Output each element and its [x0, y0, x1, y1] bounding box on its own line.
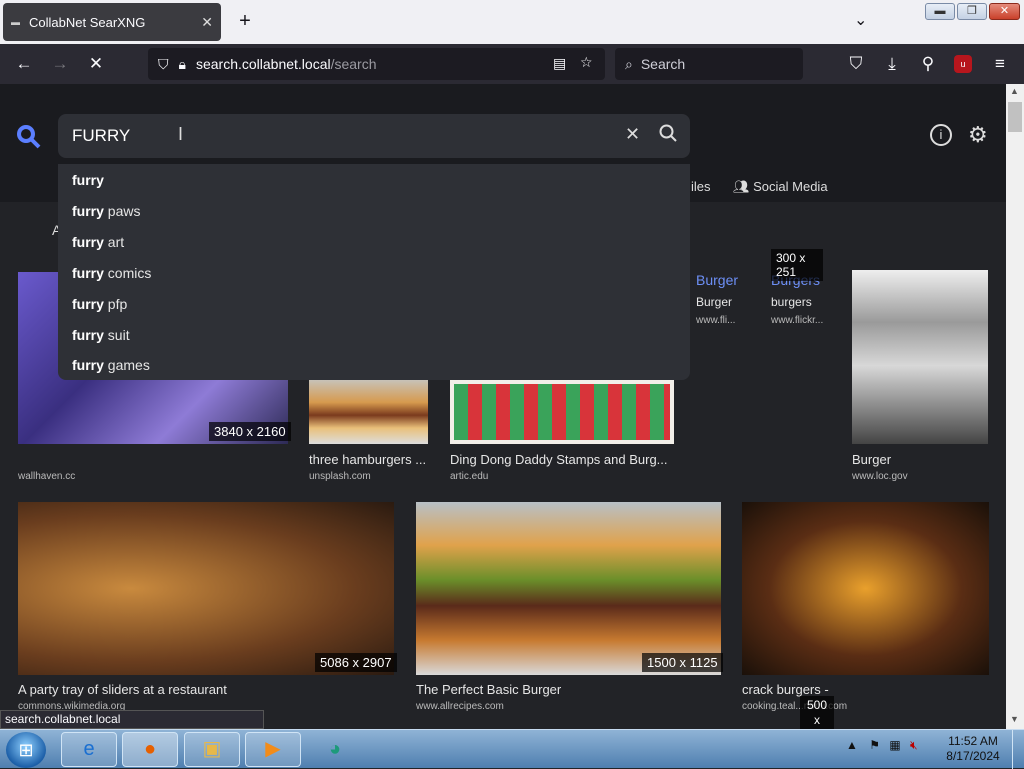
- info-icon[interactable]: i: [930, 124, 952, 146]
- navigation-toolbar: ← → ✕ ⛉ 🔒︎ search.collabnet.local/search…: [0, 44, 1024, 84]
- network-icon[interactable]: ▦: [889, 738, 900, 752]
- suggestion-item[interactable]: furry paws: [72, 203, 140, 219]
- clock-date: 8/17/2024: [946, 749, 1000, 763]
- bookmark-star-icon[interactable]: ☆: [580, 54, 593, 71]
- show-desktop-button[interactable]: [1012, 730, 1024, 769]
- firefox-icon[interactable]: ●: [122, 732, 178, 767]
- result-source[interactable]: www.loc.gov: [852, 471, 908, 482]
- suggestion-item[interactable]: furry art: [72, 234, 124, 250]
- image-dimensions: 300 x 251: [771, 249, 823, 281]
- result-image[interactable]: [742, 502, 989, 675]
- browser-tab[interactable]: ▬ CollabNet SearXNG ✕: [3, 3, 221, 41]
- downloads-icon[interactable]: ⤓: [882, 54, 902, 74]
- url-path: /search: [330, 56, 377, 72]
- list-all-tabs-chevron-icon[interactable]: ⌄: [854, 10, 867, 30]
- taskbar-clock[interactable]: 11:52 AM 8/17/2024: [945, 734, 1001, 764]
- result-title[interactable]: crack burgers -: [742, 682, 989, 697]
- forward-arrow-icon[interactable]: →: [50, 54, 70, 74]
- browser-search-placeholder: Search: [640, 56, 686, 72]
- hamburger-menu-icon[interactable]: ≡: [990, 54, 1010, 74]
- media-player-icon[interactable]: ▶: [245, 732, 301, 767]
- start-button-windows-icon[interactable]: ⊞: [6, 732, 46, 768]
- app-globe-icon[interactable]: ◕: [307, 732, 363, 767]
- tab-social-media-label: Social Media: [753, 179, 828, 194]
- action-center-flag-icon[interactable]: ⚑: [869, 738, 880, 752]
- reader-view-icon[interactable]: ▤: [553, 55, 566, 72]
- scroll-up-icon[interactable]: ▲: [1010, 86, 1019, 96]
- image-dimensions: 1500 x 1125: [642, 653, 723, 672]
- autocomplete-dropdown: furry furry paws furry art furry comics …: [58, 164, 690, 380]
- result-image[interactable]: [309, 380, 428, 444]
- browser-tab-bar: ▬ CollabNet SearXNG ✕ + ⌄ ▬ ❐ ✕: [0, 0, 1024, 44]
- tab-files[interactable]: iles: [691, 179, 711, 194]
- windows-taskbar: ⊞ e ● ▣ ▶ ◕ ▲ ⚑ ▦ 🔇︎ 11:52 AM 8/17/2024: [0, 729, 1024, 769]
- submit-search-icon[interactable]: [659, 124, 677, 147]
- result-source[interactable]: www.fli...: [696, 315, 735, 326]
- image-dimensions: 3840 x 2160: [209, 422, 291, 441]
- url-bar[interactable]: ⛉ 🔒︎ search.collabnet.local/search ▤ ☆: [148, 48, 605, 80]
- suggestion-item[interactable]: furry games: [72, 357, 150, 373]
- suggestion-item[interactable]: furry pfp: [72, 296, 127, 312]
- gear-icon[interactable]: ⚙: [968, 122, 988, 148]
- minimize-button[interactable]: ▬: [925, 3, 955, 20]
- text-cursor-icon: I: [178, 124, 184, 144]
- result-source[interactable]: www.flickr...: [771, 315, 823, 326]
- stop-loading-icon[interactable]: ✕: [86, 54, 106, 74]
- image-dimensions: 500 x: [800, 696, 834, 729]
- result-source[interactable]: artic.edu: [450, 471, 488, 482]
- scroll-down-icon[interactable]: ▼: [1010, 714, 1019, 724]
- extensions-icon[interactable]: ⚲: [918, 54, 938, 74]
- magnifier-icon: ⌕: [625, 55, 633, 72]
- scrollbar-thumb[interactable]: [1008, 102, 1022, 132]
- page-scrollbar[interactable]: ▲ ▼: [1006, 84, 1024, 729]
- system-tray: ▲ ⚑ ▦ 🔇︎: [846, 738, 918, 753]
- result-link-title[interactable]: Burger: [696, 272, 738, 288]
- restore-button[interactable]: ❐: [957, 3, 987, 20]
- search-query-text: FURRY: [72, 126, 131, 145]
- tab-favicon-icon: ▬: [11, 17, 20, 27]
- result-source[interactable]: wallhaven.cc: [18, 471, 75, 482]
- tab-social-media[interactable]: 👥︎ Social Media: [733, 179, 828, 195]
- clock-time: 11:52 AM: [948, 734, 998, 748]
- result-source[interactable]: unsplash.com: [309, 471, 371, 482]
- page-content: FURRY I ✕ i ⚙ iles 👥︎ Social Media A fur…: [0, 84, 1006, 729]
- back-arrow-icon[interactable]: ←: [14, 54, 34, 74]
- result-title[interactable]: The Perfect Basic Burger: [416, 682, 721, 697]
- result-image[interactable]: [852, 270, 988, 444]
- result-source[interactable]: www.allrecipes.com: [416, 701, 504, 712]
- result-title[interactable]: Ding Dong Daddy Stamps and Burg...: [450, 452, 672, 467]
- internet-explorer-icon[interactable]: e: [61, 732, 117, 767]
- result-title[interactable]: three hamburgers ...: [309, 452, 429, 467]
- result-image[interactable]: [450, 380, 674, 444]
- browser-search-box[interactable]: ⌕ Search: [615, 48, 803, 80]
- clear-search-icon[interactable]: ✕: [625, 124, 640, 145]
- window-close-button[interactable]: ✕: [989, 3, 1020, 20]
- status-url-tooltip: search.collabnet.local: [0, 710, 264, 729]
- tab-close-icon[interactable]: ✕: [201, 14, 213, 31]
- ublock-origin-icon[interactable]: u: [954, 55, 972, 73]
- show-hidden-icons-icon[interactable]: ▲: [846, 738, 858, 752]
- shield-icon[interactable]: ⛉: [158, 56, 169, 73]
- result-title[interactable]: Burger: [696, 295, 732, 309]
- image-dimensions: 5086 x 2907: [315, 653, 397, 672]
- file-explorer-icon[interactable]: ▣: [184, 732, 240, 767]
- suggestion-item[interactable]: furry: [72, 172, 104, 188]
- new-tab-button[interactable]: +: [234, 10, 256, 33]
- result-title[interactable]: burgers: [771, 295, 812, 309]
- searxng-logo-icon[interactable]: [16, 124, 42, 157]
- lock-icon[interactable]: 🔒︎: [179, 56, 186, 73]
- result-title[interactable]: A party tray of sliders at a restaurant: [18, 682, 394, 697]
- tab-title: CollabNet SearXNG: [29, 14, 146, 30]
- result-image[interactable]: [18, 502, 394, 675]
- result-image[interactable]: [416, 502, 721, 675]
- volume-muted-icon[interactable]: 🔇︎: [910, 738, 918, 752]
- search-input[interactable]: FURRY I ✕: [58, 114, 690, 158]
- pocket-icon[interactable]: ⛉: [846, 54, 866, 74]
- result-title[interactable]: Burger: [852, 452, 891, 467]
- suggestion-item[interactable]: furry suit: [72, 327, 130, 343]
- suggestion-item[interactable]: furry comics: [72, 265, 151, 281]
- url-host: search.collabnet.local: [195, 56, 331, 72]
- people-icon: 👥︎: [733, 179, 754, 194]
